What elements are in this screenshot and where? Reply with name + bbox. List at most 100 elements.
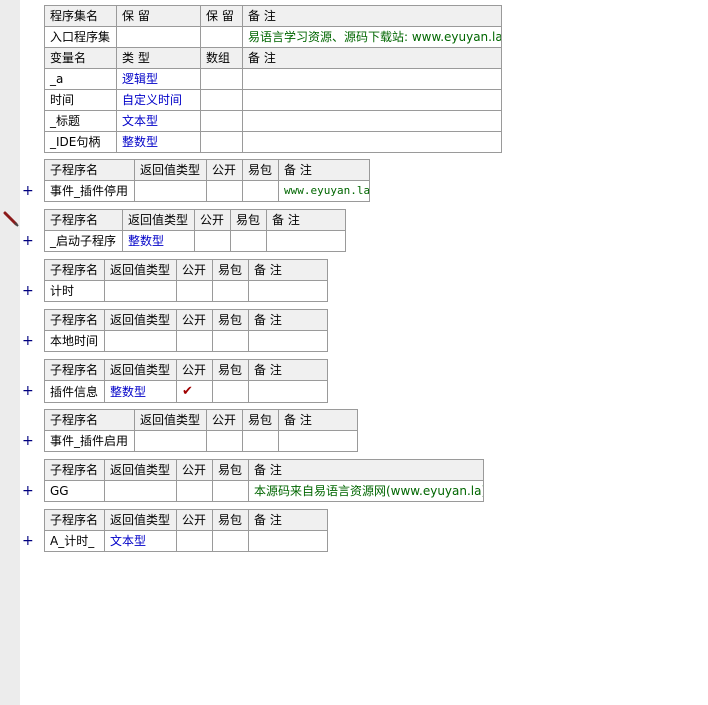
- sub-name-cell[interactable]: GG: [44, 480, 105, 502]
- header-return-type: 返回值类型: [104, 459, 177, 481]
- header-package: 易包: [212, 359, 249, 381]
- variable-array-cell[interactable]: [200, 131, 243, 153]
- variable-name-cell[interactable]: 时间: [44, 89, 117, 111]
- expand-plus-icon[interactable]: +: [22, 284, 34, 298]
- return-type-cell[interactable]: [104, 280, 177, 302]
- variable-array-cell[interactable]: [200, 110, 243, 132]
- header-public: 公开: [176, 509, 213, 531]
- sub-note-cell[interactable]: [278, 430, 358, 452]
- sub-name-cell[interactable]: _启动子程序: [44, 230, 123, 252]
- variable-row: _a 逻辑型: [44, 68, 502, 90]
- reserved-cell-1[interactable]: [116, 26, 201, 48]
- header-sub-name: 子程序名: [44, 259, 105, 281]
- sub-note-cell[interactable]: [248, 530, 328, 552]
- header-var-array: 数组: [200, 47, 243, 69]
- subroutine-table: 子程序名 返回值类型 公开 易包 备 注 _启动子程序 整数型: [44, 209, 346, 252]
- variable-note-cell[interactable]: [242, 89, 502, 111]
- sub-name-cell[interactable]: A_计时_: [44, 530, 105, 552]
- header-return-type: 返回值类型: [104, 359, 177, 381]
- sub-name-cell[interactable]: 计时: [44, 280, 105, 302]
- sub-note-cell[interactable]: 本源码来自易语言资源网(www.eyuyan.la): [248, 480, 484, 502]
- header-note: 备 注: [248, 459, 484, 481]
- header-sub-name: 子程序名: [44, 459, 105, 481]
- variable-note-cell[interactable]: [242, 131, 502, 153]
- package-cell[interactable]: [212, 280, 249, 302]
- header-assembly-name: 程序集名: [44, 5, 117, 27]
- header-public: 公开: [176, 459, 213, 481]
- variable-note-cell[interactable]: [242, 110, 502, 132]
- sub-note-cell[interactable]: [248, 280, 328, 302]
- variable-name-cell[interactable]: _a: [44, 68, 117, 90]
- package-cell[interactable]: [230, 230, 267, 252]
- header-var-type: 类 型: [116, 47, 201, 69]
- variable-type-cell[interactable]: 逻辑型: [116, 68, 201, 90]
- expand-plus-icon[interactable]: +: [22, 434, 34, 448]
- subroutine-table: 子程序名 返回值类型 公开 易包 备 注 事件_插件启用: [44, 409, 358, 452]
- public-cell[interactable]: [176, 530, 213, 552]
- sub-note-cell[interactable]: [248, 380, 328, 403]
- return-type-cell[interactable]: [104, 330, 177, 352]
- left-gutter: [0, 0, 20, 705]
- sub-note-cell[interactable]: www.eyuyan.la: [278, 180, 370, 202]
- variable-array-cell[interactable]: [200, 89, 243, 111]
- public-cell[interactable]: [176, 480, 213, 502]
- variable-type-cell[interactable]: 自定义时间: [116, 89, 201, 111]
- sub-name-cell[interactable]: 事件_插件启用: [44, 430, 135, 452]
- package-cell[interactable]: [212, 530, 249, 552]
- package-cell[interactable]: [212, 380, 249, 403]
- pencil-icon: [3, 211, 19, 227]
- expand-plus-icon[interactable]: +: [22, 334, 34, 348]
- subroutine-table: 子程序名 返回值类型 公开 易包 备 注 GG 本源码来自易语言资源网(www.…: [44, 459, 484, 502]
- expand-plus-icon[interactable]: +: [22, 484, 34, 498]
- package-cell[interactable]: [212, 480, 249, 502]
- public-cell[interactable]: [176, 280, 213, 302]
- package-cell[interactable]: [212, 330, 249, 352]
- variable-name-cell[interactable]: _IDE句柄: [44, 131, 117, 153]
- header-package: 易包: [212, 509, 249, 531]
- package-cell[interactable]: [242, 180, 279, 202]
- header-package: 易包: [212, 459, 249, 481]
- sub-note-cell[interactable]: [248, 330, 328, 352]
- variable-row: _IDE句柄 整数型: [44, 131, 502, 153]
- public-cell[interactable]: [194, 230, 231, 252]
- header-public: 公开: [194, 209, 231, 231]
- header-package: 易包: [212, 309, 249, 331]
- public-cell[interactable]: [206, 430, 243, 452]
- expand-plus-icon[interactable]: +: [22, 234, 34, 248]
- header-note: 备 注: [248, 359, 328, 381]
- variable-type-cell[interactable]: 文本型: [116, 110, 201, 132]
- subroutine-table: 子程序名 返回值类型 公开 易包 备 注 A_计时_ 文本型: [44, 509, 328, 552]
- expand-plus-icon[interactable]: +: [22, 184, 34, 198]
- sub-name-cell[interactable]: 事件_插件停用: [44, 180, 135, 202]
- return-type-cell[interactable]: 整数型: [122, 230, 195, 252]
- return-type-cell[interactable]: 整数型: [104, 380, 177, 403]
- return-type-cell[interactable]: [134, 180, 207, 202]
- header-note: 备 注: [248, 259, 328, 281]
- subroutine-table: 子程序名 返回值类型 公开 易包 备 注 插件信息 整数型 ✔: [44, 359, 328, 403]
- assembly-note-cell[interactable]: 易语言学习资源、源码下载站: www.eyuyan.la: [242, 26, 502, 48]
- header-sub-name: 子程序名: [44, 159, 135, 181]
- public-cell[interactable]: [176, 330, 213, 352]
- sub-name-cell[interactable]: 本地时间: [44, 330, 105, 352]
- expand-plus-icon[interactable]: +: [22, 534, 34, 548]
- variable-array-cell[interactable]: [200, 68, 243, 90]
- header-sub-name: 子程序名: [44, 209, 123, 231]
- header-return-type: 返回值类型: [104, 259, 177, 281]
- header-sub-name: 子程序名: [44, 409, 135, 431]
- header-note: 备 注: [242, 5, 502, 27]
- header-note: 备 注: [248, 509, 328, 531]
- return-type-cell[interactable]: [104, 480, 177, 502]
- return-type-cell[interactable]: [134, 430, 207, 452]
- variable-note-cell[interactable]: [242, 68, 502, 90]
- return-type-cell[interactable]: 文本型: [104, 530, 177, 552]
- sub-note-cell[interactable]: [266, 230, 346, 252]
- variable-type-cell[interactable]: 整数型: [116, 131, 201, 153]
- variable-name-cell[interactable]: _标题: [44, 110, 117, 132]
- package-cell[interactable]: [242, 430, 279, 452]
- public-cell[interactable]: [206, 180, 243, 202]
- expand-plus-icon[interactable]: +: [22, 384, 34, 398]
- assembly-name-cell[interactable]: 入口程序集: [44, 26, 117, 48]
- public-cell[interactable]: ✔: [176, 380, 213, 403]
- reserved-cell-2[interactable]: [200, 26, 243, 48]
- sub-name-cell[interactable]: 插件信息: [44, 380, 105, 403]
